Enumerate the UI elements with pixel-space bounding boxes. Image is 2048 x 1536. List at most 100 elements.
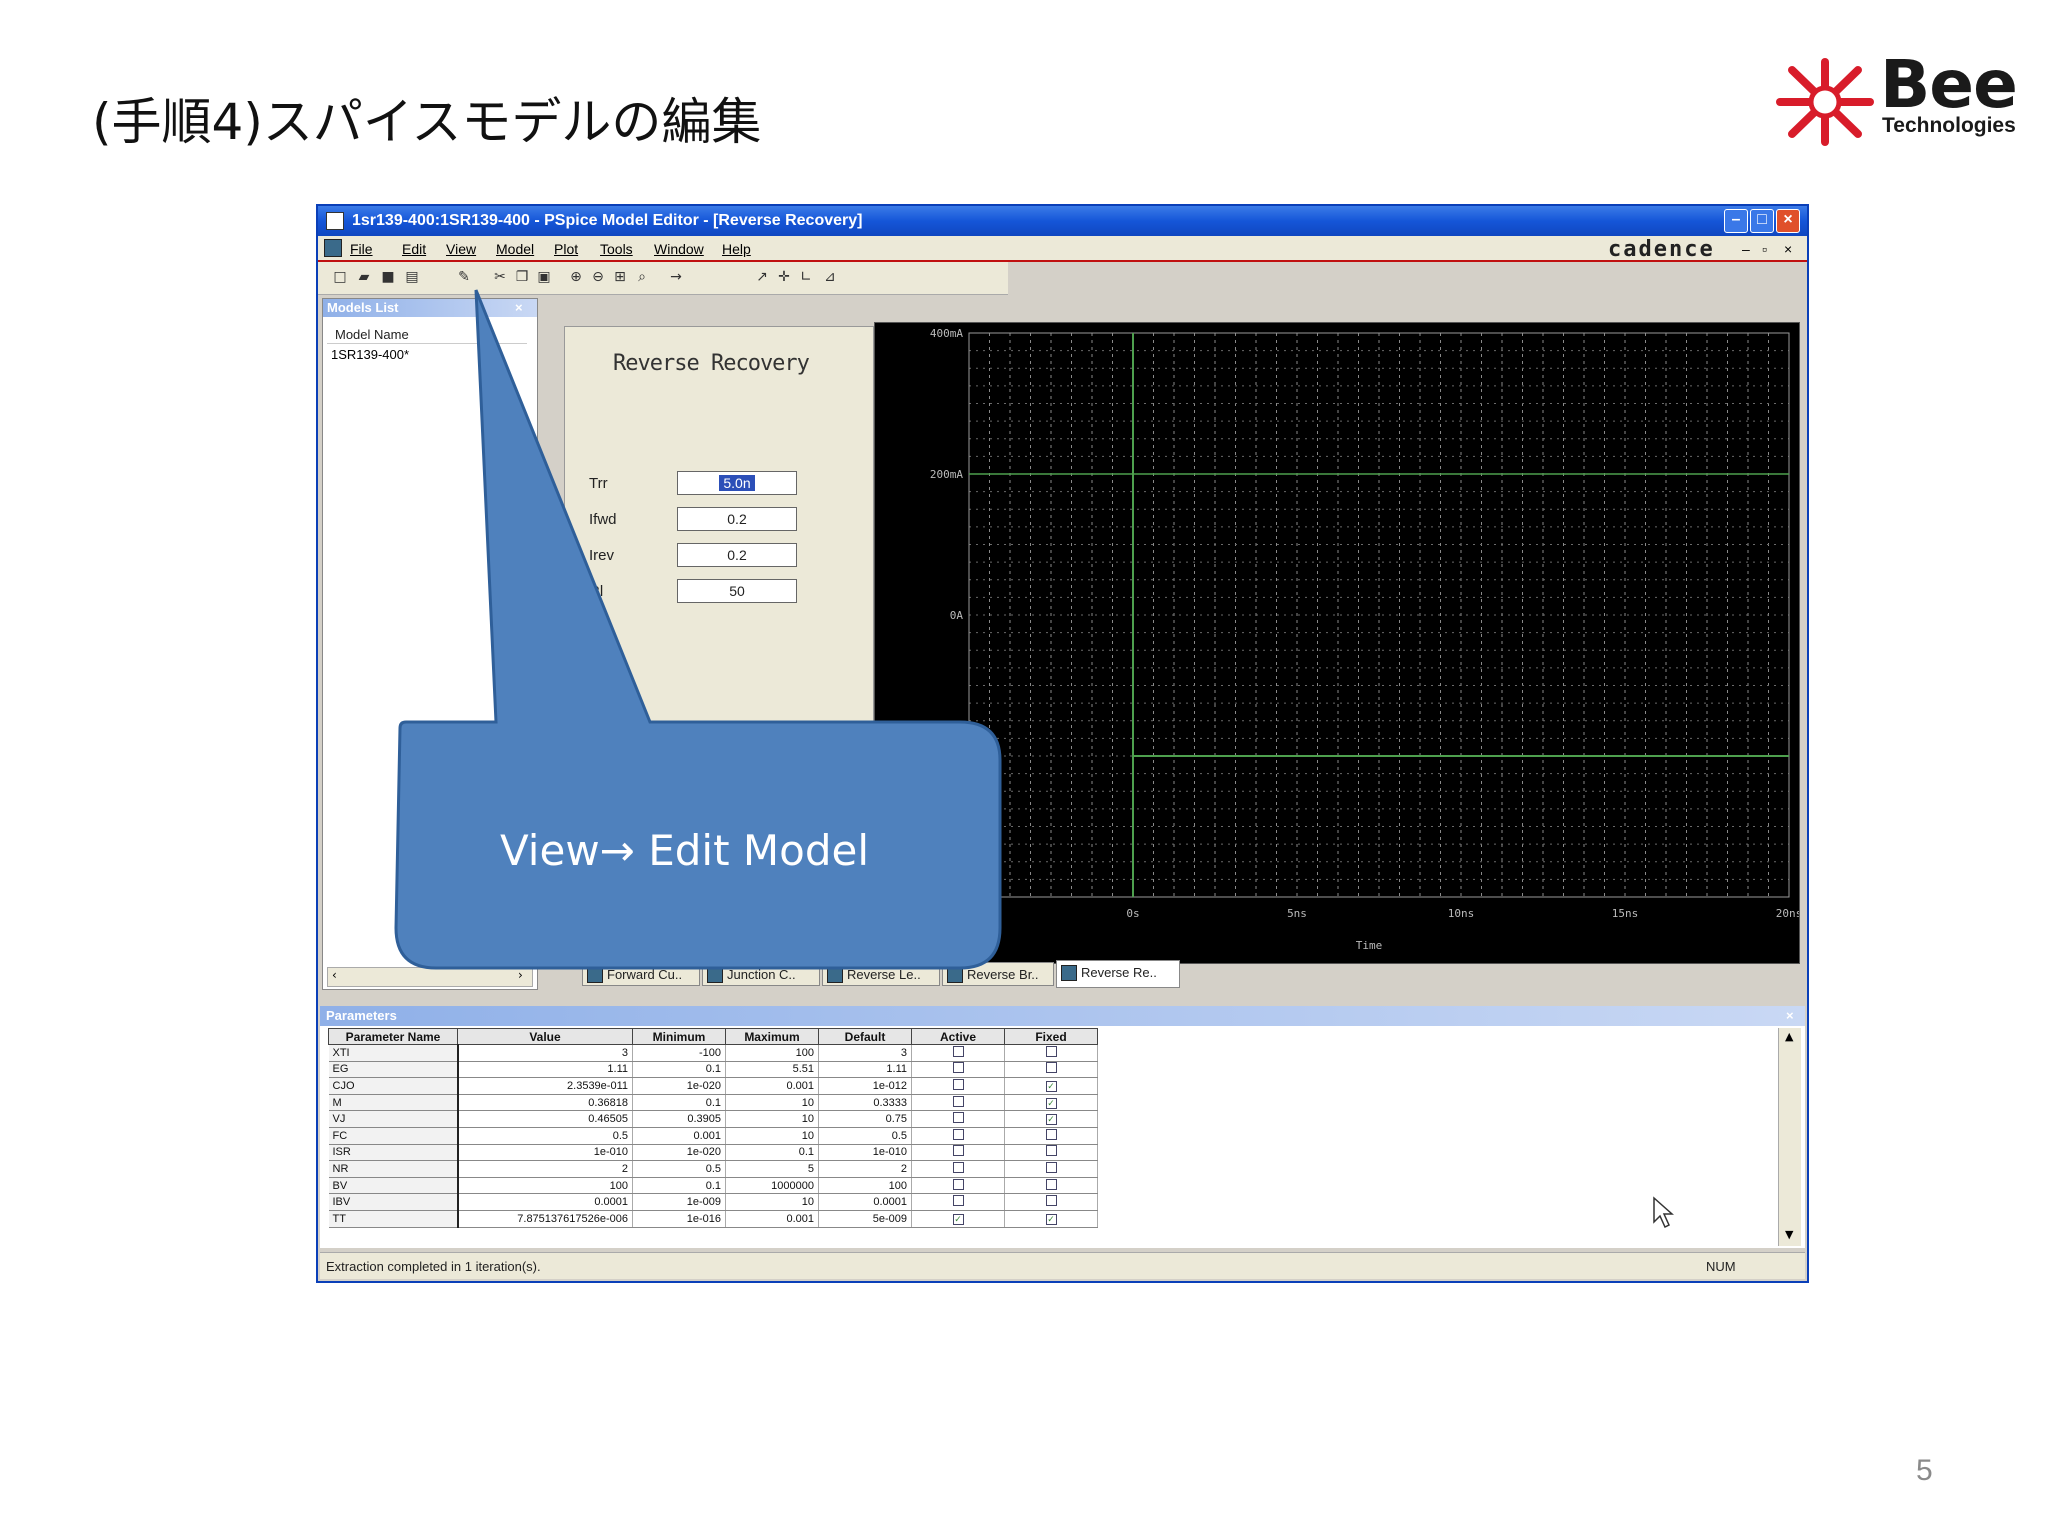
param-min-cell[interactable]: 0.3905 — [632, 1110, 726, 1128]
zoom-out-icon[interactable]: ⊖ — [590, 269, 606, 285]
param-default-cell[interactable]: 3 — [818, 1044, 912, 1062]
active-checkbox[interactable] — [952, 1112, 964, 1124]
param-default-cell[interactable]: 1.11 — [818, 1061, 912, 1079]
param-max-cell[interactable]: 100 — [725, 1044, 819, 1062]
reverse-recovery-chart[interactable]: 400mA 200mA 0A 0s 5ns 10ns 15ns 20ns Time — [874, 322, 1800, 964]
param-max-cell[interactable]: 10 — [725, 1127, 819, 1145]
param-min-cell[interactable]: 1e-020 — [632, 1144, 726, 1162]
minimize-icon[interactable]: – — [1724, 209, 1748, 233]
model-list-item[interactable]: 1SR139-400* — [331, 347, 409, 362]
col-maximum[interactable]: Maximum — [725, 1028, 819, 1045]
param-min-cell[interactable]: 0.5 — [632, 1160, 726, 1178]
param-name-cell[interactable]: ISR — [328, 1144, 459, 1162]
menu-plot[interactable]: Plot — [554, 241, 578, 257]
fixed-checkbox[interactable] — [1045, 1045, 1057, 1057]
param-min-cell[interactable]: 0.1 — [632, 1177, 726, 1195]
open-icon[interactable]: ▰ — [356, 269, 372, 285]
param-max-cell[interactable]: 0.1 — [725, 1144, 819, 1162]
param-value-cell[interactable]: 2 — [457, 1160, 633, 1178]
param-max-cell[interactable]: 10 — [725, 1193, 819, 1211]
close-icon[interactable]: × — [1776, 209, 1800, 233]
fixed-checkbox[interactable]: ✓ — [1045, 1097, 1057, 1109]
param-max-cell[interactable]: 1000000 — [725, 1177, 819, 1195]
extract-icon[interactable]: ✎ — [456, 269, 472, 285]
param-min-cell[interactable]: 1e-016 — [632, 1210, 726, 1228]
save-icon[interactable]: ■ — [380, 269, 396, 285]
param-default-cell[interactable]: 0.3333 — [818, 1094, 912, 1112]
parameters-scrollbar[interactable]: ▲ ▼ — [1778, 1028, 1801, 1246]
fixed-checkbox[interactable] — [1045, 1128, 1057, 1140]
param-value-cell[interactable]: 0.46505 — [457, 1110, 633, 1128]
menu-tools[interactable]: Tools — [600, 241, 633, 257]
scroll-right-icon[interactable]: › — [518, 968, 523, 982]
param-value-cell[interactable]: 3 — [457, 1044, 633, 1062]
param-min-cell[interactable]: 1e-009 — [632, 1193, 726, 1211]
axis-icon[interactable]: ↗ — [754, 269, 770, 285]
menu-file[interactable]: File — [350, 241, 373, 257]
param-min-cell[interactable]: 1e-020 — [632, 1077, 726, 1095]
mdi-restore-icon[interactable]: ▫ — [1762, 241, 1767, 257]
param-name-cell[interactable]: IBV — [328, 1193, 459, 1211]
table-row[interactable]: BV 100 0.1 1000000 100 — [328, 1177, 1098, 1195]
param-value-cell[interactable]: 1.11 — [457, 1061, 633, 1079]
active-checkbox[interactable] — [952, 1045, 964, 1057]
param-name-cell[interactable]: CJO — [328, 1077, 459, 1095]
table-row[interactable]: FC 0.5 0.001 10 0.5 — [328, 1127, 1098, 1145]
print-icon[interactable]: ▤ — [404, 269, 420, 285]
new-icon[interactable]: □ — [332, 269, 348, 285]
fixed-checkbox[interactable]: ✓ — [1045, 1114, 1057, 1126]
zoom-in-icon[interactable]: ⊕ — [568, 269, 584, 285]
mdi-close-icon[interactable]: × — [1784, 241, 1792, 257]
param-min-cell[interactable]: 0.001 — [632, 1127, 726, 1145]
zoom-fit-icon[interactable]: ⌕ — [634, 269, 650, 285]
scroll-down-icon[interactable]: ▼ — [1785, 1228, 1793, 1241]
param-value-cell[interactable]: 7.875137617526e-006 — [457, 1210, 633, 1228]
param-max-cell[interactable]: 10 — [725, 1094, 819, 1112]
fixed-checkbox[interactable] — [1045, 1062, 1057, 1074]
models-list-column-header[interactable]: Model Name — [327, 325, 527, 344]
plot-settings-icon[interactable]: ⊿ — [822, 269, 838, 285]
param-value-cell[interactable]: 0.0001 — [457, 1193, 633, 1211]
arrow-icon[interactable]: → — [668, 269, 684, 285]
menu-view[interactable]: View — [446, 241, 476, 257]
fixed-checkbox[interactable] — [1045, 1145, 1057, 1157]
fixed-checkbox[interactable] — [1045, 1178, 1057, 1190]
param-value-cell[interactable]: 1e-010 — [457, 1144, 633, 1162]
active-checkbox[interactable]: ✓ — [952, 1213, 964, 1225]
col-minimum[interactable]: Minimum — [632, 1028, 726, 1045]
active-checkbox[interactable] — [952, 1195, 964, 1207]
table-row[interactable]: XTI 3 -100 100 3 — [328, 1044, 1098, 1062]
active-checkbox[interactable] — [952, 1095, 964, 1107]
tab-reverse-breakdown[interactable]: Reverse Br.. — [942, 962, 1054, 986]
param-default-cell[interactable]: 1e-010 — [818, 1144, 912, 1162]
trr-input[interactable]: 5.0n — [677, 471, 797, 495]
table-row[interactable]: M 0.36818 0.1 10 0.3333 ✓ — [328, 1094, 1098, 1112]
param-name-cell[interactable]: M — [328, 1094, 459, 1112]
ifwd-input[interactable]: 0.2 — [677, 507, 797, 531]
tab-reverse-leakage[interactable]: Reverse Le.. — [822, 962, 940, 986]
scroll-up-icon[interactable]: ▲ — [1785, 1030, 1793, 1043]
param-min-cell[interactable]: 0.1 — [632, 1094, 726, 1112]
param-max-cell[interactable]: 0.001 — [725, 1077, 819, 1095]
param-name-cell[interactable]: NR — [328, 1160, 459, 1178]
models-list-close-icon[interactable]: × — [515, 300, 523, 315]
table-row[interactable]: NR 2 0.5 5 2 — [328, 1160, 1098, 1178]
fixed-checkbox[interactable] — [1045, 1161, 1057, 1173]
param-value-cell[interactable]: 0.5 — [457, 1127, 633, 1145]
param-name-cell[interactable]: FC — [328, 1127, 459, 1145]
param-default-cell[interactable]: 0.0001 — [818, 1193, 912, 1211]
active-checkbox[interactable] — [952, 1178, 964, 1190]
param-value-cell[interactable]: 2.3539e-011 — [457, 1077, 633, 1095]
active-checkbox[interactable] — [952, 1062, 964, 1074]
table-row[interactable]: EG 1.11 0.1 5.51 1.11 — [328, 1061, 1098, 1079]
active-checkbox[interactable] — [952, 1145, 964, 1157]
tab-junction-capacitance[interactable]: Junction C.. — [702, 962, 820, 986]
paste-icon[interactable]: ▣ — [536, 269, 552, 285]
param-default-cell[interactable]: 0.75 — [818, 1110, 912, 1128]
menu-help[interactable]: Help — [722, 241, 751, 257]
table-row[interactable]: CJO 2.3539e-011 1e-020 0.001 1e-012 ✓ — [328, 1077, 1098, 1095]
active-checkbox[interactable] — [952, 1161, 964, 1173]
table-row[interactable]: TT 7.875137617526e-006 1e-016 0.001 5e-009 ✓ ✓ — [328, 1210, 1098, 1228]
fixed-checkbox[interactable] — [1045, 1195, 1057, 1207]
active-checkbox[interactable] — [952, 1078, 964, 1090]
